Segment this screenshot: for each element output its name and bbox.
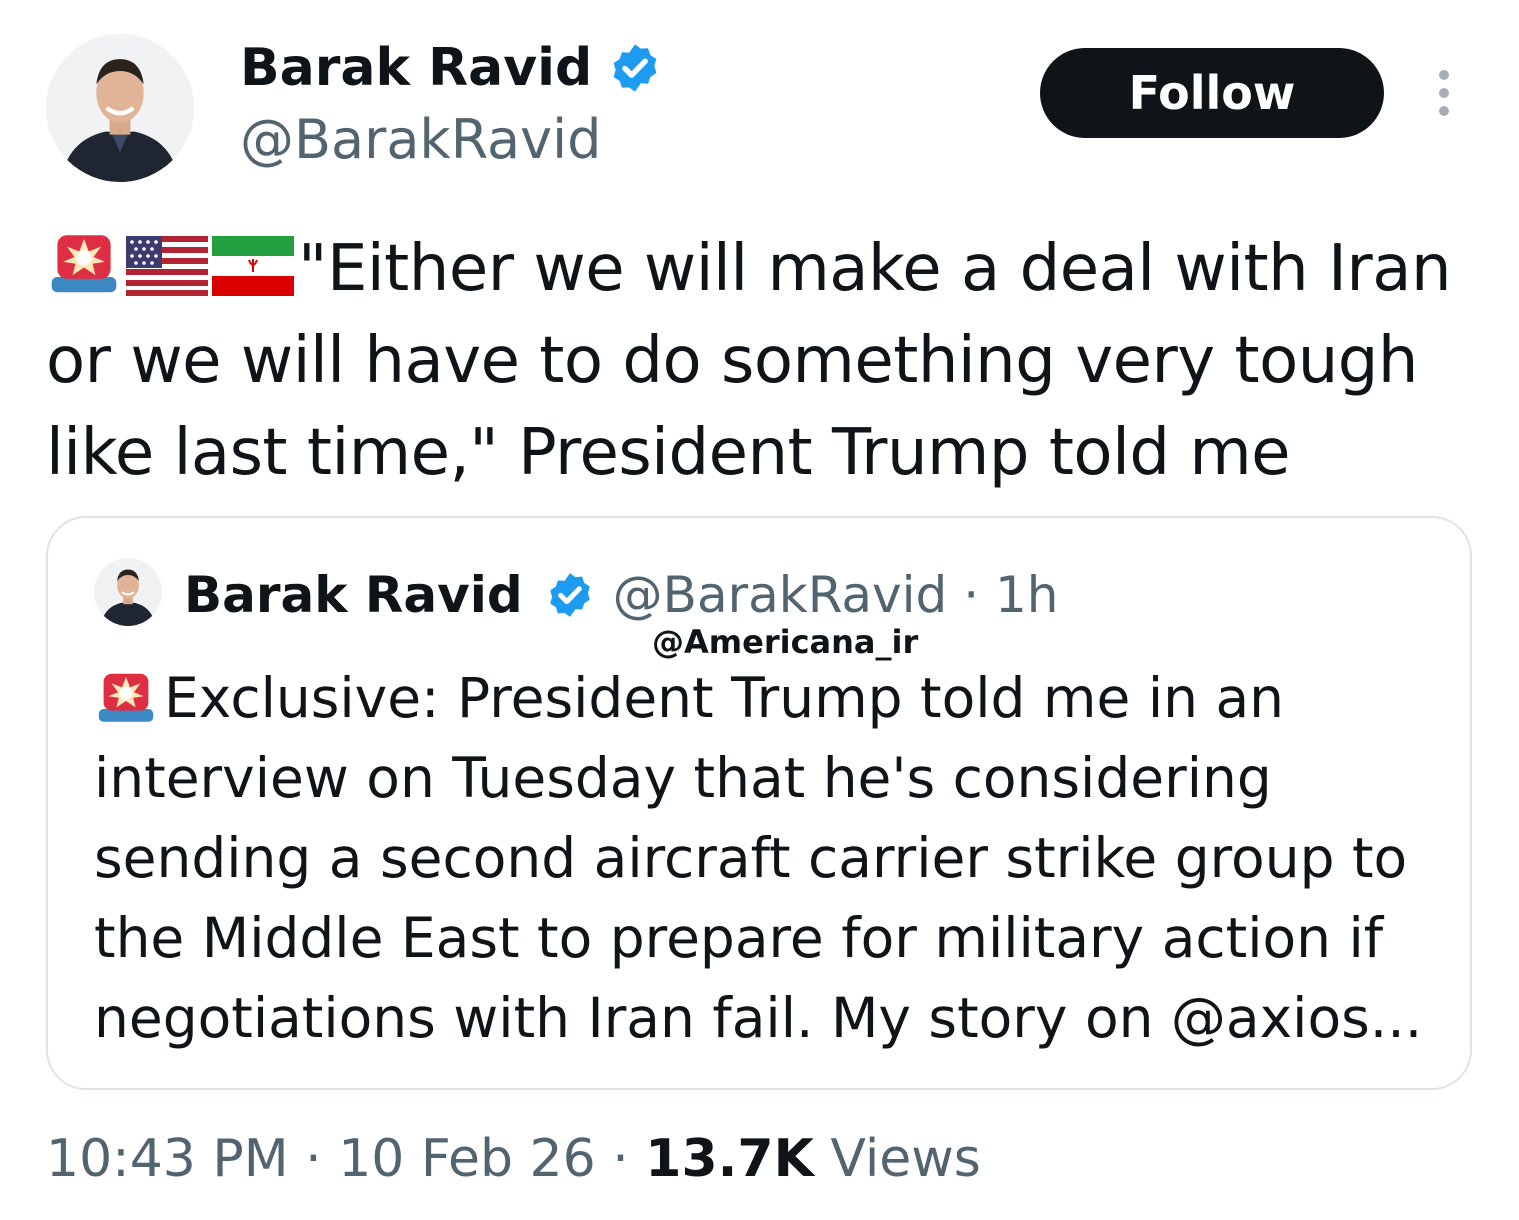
tweet-footer: 10:43 PM · 10 Feb 26 · 13.7K Views: [46, 1122, 981, 1196]
avatar-image: [94, 558, 162, 626]
meta-separator: ·: [947, 560, 995, 630]
author-display-name[interactable]: Barak Ravid: [240, 36, 662, 100]
quoted-tweet-card[interactable]: Barak Ravid @BarakRavid · 1h @Americana_…: [46, 516, 1472, 1090]
author-name-text: Barak Ravid: [240, 38, 593, 98]
quoted-tweet-header: Barak Ravid @BarakRavid · 1h: [184, 560, 1059, 630]
author-avatar[interactable]: [46, 34, 194, 182]
post-time[interactable]: 10:43 PM: [46, 1129, 289, 1189]
follow-button[interactable]: Follow: [1040, 48, 1384, 138]
author-handle[interactable]: @BarakRavid: [240, 108, 601, 172]
tweet-text: "Either we will make a deal with Iran or…: [46, 220, 1506, 499]
post-date[interactable]: 10 Feb 26: [338, 1129, 595, 1189]
views-label: Views: [830, 1129, 981, 1189]
avatar-image: [46, 34, 194, 182]
quoted-tweet-text: Exclusive: President Trump told me in an…: [94, 658, 1454, 1058]
separator-dot: ·: [612, 1129, 629, 1189]
quoted-line: interview on Tuesday that he's consideri…: [94, 746, 1272, 810]
tweet-line: "Either we will make a deal with Iran: [46, 220, 1506, 315]
quoted-line: negotiations with Iran fail. My story on…: [94, 986, 1423, 1050]
quoted-line: sending a second aircraft carrier strike…: [94, 826, 1408, 890]
tweet-line: or we will have to do something very tou…: [46, 324, 1418, 398]
quoted-author-name[interactable]: Barak Ravid: [184, 560, 523, 630]
watermark-text: @Americana_ir: [652, 623, 919, 661]
separator-dot: ·: [305, 1129, 322, 1189]
more-options-icon[interactable]: [1430, 68, 1458, 118]
separator-dot: ·: [963, 566, 980, 624]
verified-badge-icon[interactable]: [545, 570, 595, 620]
police-light-emoji: [94, 661, 158, 725]
quoted-tweet-age[interactable]: 1h: [995, 560, 1059, 630]
police-light-emoji: [46, 220, 122, 296]
verified-badge-icon[interactable]: [608, 41, 662, 95]
tweet-line-text: "Either we will make a deal with Iran: [298, 232, 1452, 306]
us-flag-emoji: [126, 236, 208, 296]
quoted-author-avatar[interactable]: [94, 558, 162, 626]
tweet-line: like last time," President Trump told me: [46, 416, 1291, 490]
views-count[interactable]: 13.7K: [645, 1129, 814, 1189]
quoted-line: Exclusive: President Trump told me in an: [94, 658, 1454, 738]
iran-flag-emoji: [212, 236, 294, 296]
quoted-author-handle[interactable]: @BarakRavid: [613, 560, 948, 630]
quoted-line: the Middle East to prepare for military …: [94, 906, 1384, 970]
quoted-line-text: Exclusive: President Trump told me in an: [164, 666, 1285, 730]
